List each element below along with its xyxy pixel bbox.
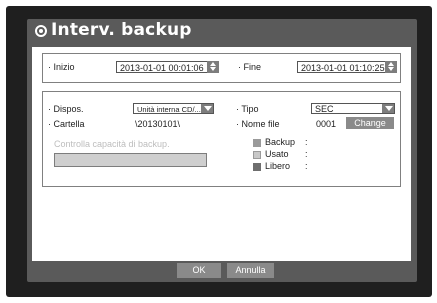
change-button[interactable]: Change (346, 117, 394, 129)
type-label: · Tipo (236, 104, 259, 114)
used-legend-label: Usato (265, 149, 289, 159)
backup-icon (35, 25, 47, 37)
folder-label: · Cartella (48, 119, 85, 129)
end-label: · Fine (238, 62, 262, 72)
free-legend-separator: : (305, 161, 308, 171)
free-legend-swatch (253, 163, 261, 171)
used-legend-separator: : (305, 149, 308, 159)
cancel-button[interactable]: Annulla (227, 263, 274, 278)
dialog-title: Interv. backup (51, 20, 192, 40)
filename-label: · Nome file (236, 119, 280, 129)
folder-value: \20130101\ (135, 119, 181, 129)
device-select-value: Unità interna CD/... (137, 105, 201, 114)
free-legend-label: Libero (265, 161, 291, 171)
chevron-down-icon (201, 104, 213, 113)
start-datetime-value: 2013-01-01 00:01:06 (120, 63, 204, 73)
capacity-progress-bar (54, 153, 207, 167)
backup-legend-label: Backup (265, 137, 296, 147)
end-datetime-value: 2013-01-01 01:10:25 (301, 63, 385, 73)
start-label: · Inizio (48, 62, 75, 72)
interval-backup-dialog: Interv. backup · Inizio 2013-01-01 00:01… (27, 19, 417, 282)
end-spinner-icon[interactable] (385, 61, 397, 73)
backup-legend-separator: : (305, 137, 308, 147)
chevron-down-icon (382, 104, 394, 113)
backup-legend-swatch (253, 139, 261, 147)
check-capacity-button[interactable]: Controlla capacità di backup. (54, 139, 170, 149)
ok-button[interactable]: OK (177, 263, 221, 278)
type-select[interactable]: SEC (311, 103, 395, 114)
used-legend-swatch (253, 151, 261, 159)
start-spinner-icon[interactable] (207, 61, 219, 73)
period-section: · Inizio 2013-01-01 00:01:06 · Fine 2013… (42, 53, 401, 83)
dialog-titlebar: Interv. backup (27, 19, 417, 43)
end-datetime-field[interactable]: 2013-01-01 01:10:25 (297, 61, 397, 73)
device-label: · Dispos. (48, 104, 84, 114)
start-datetime-field[interactable]: 2013-01-01 00:01:06 (116, 61, 219, 73)
type-select-value: SEC (315, 104, 334, 114)
filename-value: 0001 (316, 119, 337, 129)
dialog-content: · Inizio 2013-01-01 00:01:06 · Fine 2013… (32, 47, 411, 261)
backup-settings-section: · Dispos. Unità interna CD/... · Tipo SE… (42, 91, 401, 187)
device-select[interactable]: Unità interna CD/... (133, 103, 214, 114)
